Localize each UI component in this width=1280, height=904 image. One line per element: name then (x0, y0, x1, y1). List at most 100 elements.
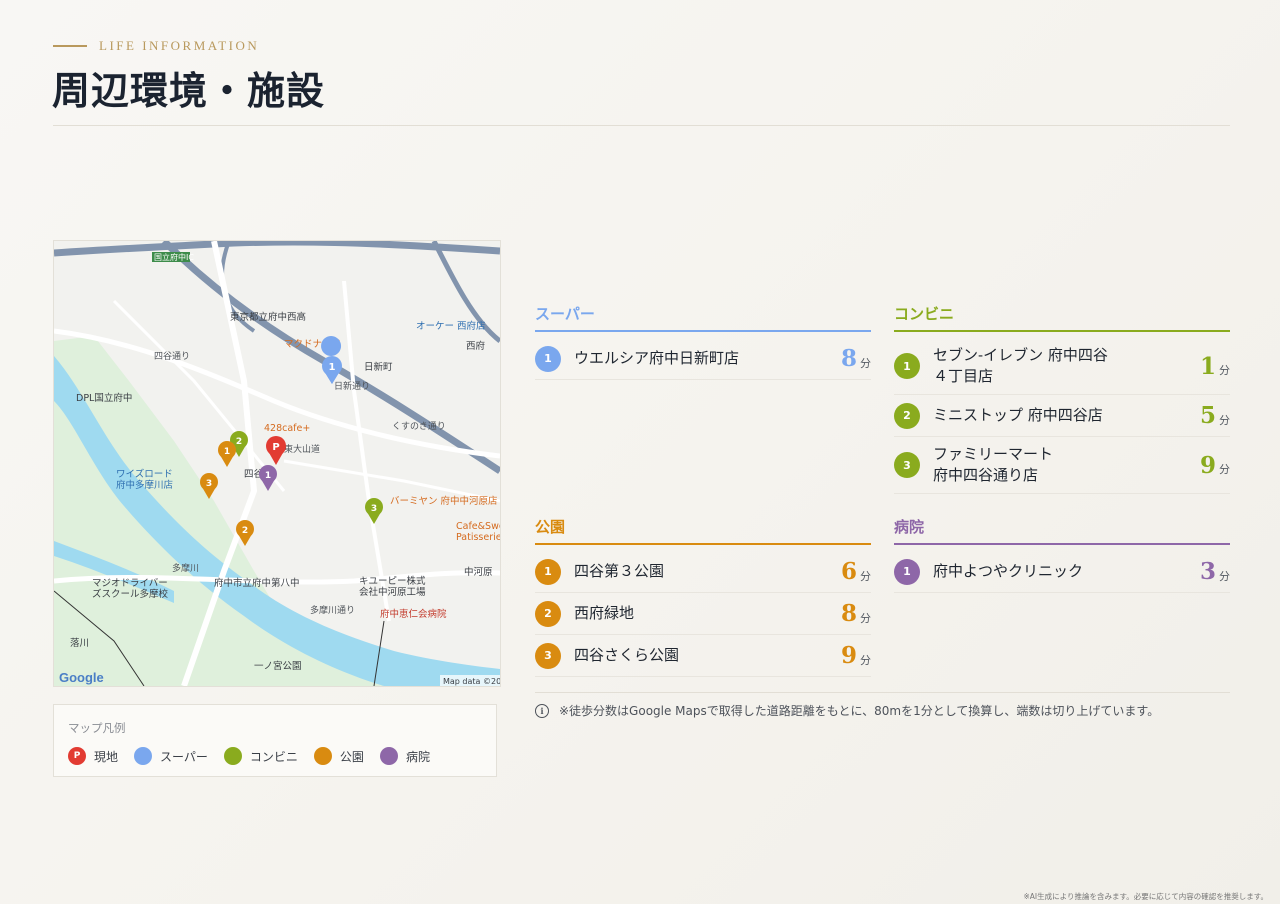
map-canvas[interactable]: 国立府中IC 東京都立府中西高 オーケー 西府店 西府 マクドナルド 日新町 日… (54, 241, 500, 686)
svg-text:3: 3 (371, 504, 377, 514)
walk-minutes: 8 (840, 600, 857, 627)
category-title: コンビニ (894, 303, 1230, 332)
map-label-ic: 国立府中IC (154, 252, 194, 262)
category-title: 病院 (894, 516, 1230, 545)
facility-number: 3 (894, 452, 920, 478)
map-label-cafe-swe: Cafe&Swe Patisserie (456, 521, 500, 543)
facility-name: 四谷第３公園 (574, 562, 665, 580)
legend-label: 公園 (339, 749, 364, 764)
walk-minutes: 9 (1199, 451, 1216, 479)
category-convenience: コンビニ 1 セブン-イレブン 府中四谷 ４丁目店 1 分 2 ミニストップ 府… (894, 303, 1230, 494)
google-logo: Google (59, 670, 104, 685)
minutes-unit: 分 (860, 653, 871, 667)
walking-time-note: i ※徒歩分数はGoogle Mapsで取得した道路距離をもとに、80mを1分と… (535, 702, 1159, 719)
legend-item-current: P 現地 (68, 747, 118, 765)
legend-items: P 現地 スーパー コンビニ 公園 病院 (68, 747, 430, 765)
facility-name: ウエルシア府中日新町店 (574, 349, 740, 367)
map-label-school: 府中市立府中第八中 (214, 577, 300, 589)
walk-minutes: 5 (1199, 402, 1216, 429)
area-map[interactable]: 国立府中IC 東京都立府中西高 オーケー 西府店 西府 マクドナルド 日新町 日… (53, 240, 501, 687)
facility-number: 1 (894, 558, 920, 585)
map-label-nisshincho: 日新町 (364, 361, 393, 373)
legend-park-icon (313, 747, 332, 765)
legend-label: スーパー (160, 749, 208, 764)
map-label-nakagawara: 中河原 (464, 566, 493, 578)
minutes-unit: 分 (1219, 569, 1230, 583)
facility-row: 1 セブン-イレブン 府中四谷 ４丁目店 1 分 (894, 338, 1230, 395)
minutes-unit: 分 (1219, 364, 1230, 377)
kicker-rule (53, 45, 87, 47)
facility-name: 四谷さくら公園 (574, 646, 680, 664)
legend-label: 現地 (94, 749, 119, 764)
minutes-unit: 分 (860, 611, 871, 625)
facility-number: 2 (894, 402, 920, 429)
facility-row: 3 四谷さくら公園 9 分 (535, 635, 871, 677)
svg-text:1: 1 (265, 471, 271, 481)
walk-minutes: 8 (840, 345, 857, 372)
minutes-unit: 分 (860, 356, 871, 370)
facility-row: 2 ミニストップ 府中四谷店 5 分 (894, 395, 1230, 437)
legend-convenience-icon (223, 747, 242, 765)
facility-number: 3 (535, 642, 561, 669)
legend-item-supermarket: スーパー (134, 747, 208, 765)
walk-minutes: 1 (1199, 352, 1216, 380)
map-label-driving-school: マジオドライバーズスクール多摩校 (92, 578, 169, 600)
category-hospital: 病院 1 府中よつやクリニック 3 分 (894, 516, 1230, 593)
map-label-ok: オーケー 西府店 (416, 320, 486, 332)
map-label-highschool: 東京都立府中西高 (230, 311, 306, 323)
map-label-kewpie: キユーピー株式会社中河原工場 (359, 575, 426, 598)
page-title: 周辺環境・施設 (52, 68, 326, 113)
legend-supermarket-icon (134, 747, 153, 765)
facility-number: 2 (535, 600, 561, 627)
minutes-unit: 分 (1219, 413, 1230, 427)
legend-item-hospital: 病院 (379, 747, 430, 765)
facility-name: 府中よつやクリニック (933, 562, 1084, 580)
category-title: スーパー (535, 303, 871, 332)
map-label-hospital: 府中恵仁会病院 (380, 608, 447, 620)
facility-name: ファミリーマート 府中四谷通り店 (933, 445, 1054, 484)
walk-minutes: 6 (840, 558, 857, 585)
legend-item-convenience: コンビニ (223, 747, 298, 765)
category-park: 公園 1 四谷第３公園 6 分 2 西府緑地 8 分 3 四谷さくら公園 9 分 (535, 516, 871, 677)
legend-label: 病院 (405, 749, 430, 764)
map-label-cafe428: 428cafe+ (264, 423, 310, 434)
map-label-kusunoki: くすのき通り (392, 421, 446, 432)
map-label-nisshin-dori: 日新通り (334, 380, 370, 392)
map-label-ichinomiya: 一ノ宮公園 (254, 660, 302, 672)
facility-row: 1 ウエルシア府中日新町店 8 分 (535, 338, 871, 380)
minutes-unit: 分 (1219, 463, 1230, 476)
facility-name: ミニストップ 府中四谷店 (933, 406, 1103, 424)
category-supermarket: スーパー 1 ウエルシア府中日新町店 8 分 (535, 303, 871, 380)
header-divider (53, 125, 1230, 126)
minutes-unit: 分 (860, 569, 871, 583)
walk-minutes: 3 (1199, 558, 1216, 585)
legend-current-icon: P (68, 747, 86, 765)
svg-text:2: 2 (242, 526, 248, 536)
map-label-dpl: DPL国立府中 (76, 392, 132, 404)
map-label-higashiyama: 東大山道 (284, 443, 320, 455)
facility-name: セブン-イレブン 府中四谷 ４丁目店 (933, 346, 1108, 385)
facility-row: 3 ファミリーマート 府中四谷通り店 9 分 (894, 437, 1230, 494)
note-divider (535, 692, 1230, 693)
facility-row: 1 四谷第３公園 6 分 (535, 551, 871, 593)
facility-number: 1 (535, 558, 561, 585)
facility-number: 1 (894, 353, 920, 379)
legend-label: コンビニ (249, 749, 298, 764)
map-label-tamagawa-dori: 多摩川通り (310, 604, 355, 616)
svg-text:2: 2 (236, 437, 242, 447)
legend-title: マップ凡例 (68, 721, 126, 735)
kicker-text: LIFE INFORMATION (99, 38, 260, 53)
svg-text:1: 1 (224, 447, 230, 457)
map-label-ochikawa: 落川 (70, 637, 89, 649)
map-label-bamiyan: バーミヤン 府中中河原店 (390, 495, 498, 507)
map-label-yotsuya-dori: 四谷通り (154, 351, 190, 362)
map-label-wiseroad: ワイズロード府中多摩川店 (116, 468, 173, 491)
facility-row: 1 府中よつやクリニック 3 分 (894, 551, 1230, 593)
legend-item-park: 公園 (313, 747, 364, 765)
note-text: ※徒歩分数はGoogle Mapsで取得した道路距離をもとに、80mを1分として… (559, 704, 1160, 718)
map-label-nishifu: 西府 (466, 340, 486, 352)
facility-number: 1 (535, 345, 561, 372)
facility-name: 西府緑地 (574, 604, 635, 622)
svg-text:P: P (272, 442, 279, 453)
svg-text:1: 1 (329, 362, 336, 373)
